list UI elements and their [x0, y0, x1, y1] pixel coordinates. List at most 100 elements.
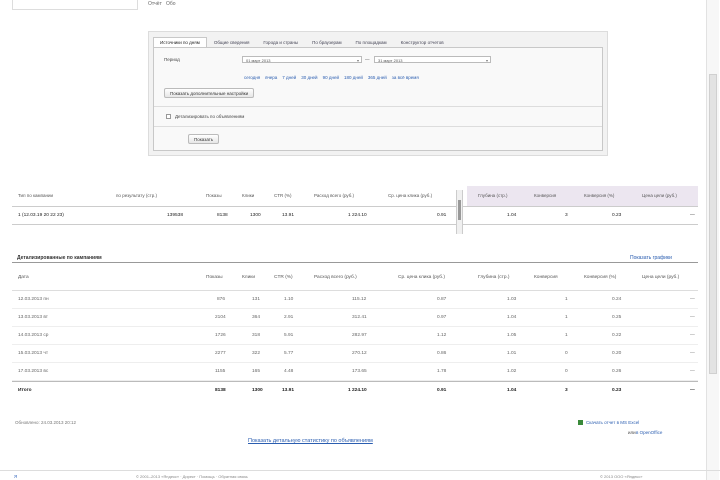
- export-excel-link[interactable]: Скачать отчет в MS Excel: [586, 420, 639, 425]
- summary-cell: 13.91: [282, 213, 295, 218]
- footer-links[interactable]: © 2001–2013 «Яндекс» · Директ · Помощь ·…: [136, 474, 248, 479]
- row-cell: 282.97: [352, 333, 367, 338]
- divider: [154, 126, 602, 127]
- row-cell: —: [690, 333, 695, 338]
- filter-form: Период 01 март 2013 ▾ — 31 март 2013 ▾ сег…: [153, 47, 603, 151]
- row-cell: 1.02: [507, 369, 517, 374]
- more-settings-button[interactable]: Показать дополнительные настройки: [164, 88, 255, 98]
- range-30-link[interactable]: 30 дней: [301, 75, 317, 80]
- total-cell: 1300: [252, 388, 263, 393]
- row-cell: 364: [252, 315, 261, 320]
- detail-by-ads-checkbox[interactable]: [166, 114, 171, 119]
- filter-panel: Источники по дням Общие сведения Города …: [148, 31, 608, 156]
- row-cell: 2104: [215, 315, 226, 320]
- summary-cell: 1300: [250, 213, 261, 218]
- summary-col-header: Цена цели (руб.): [642, 193, 677, 198]
- top-panel-fragment: [12, 0, 138, 10]
- summary-col-header: Ср. цена клика (руб.): [388, 193, 433, 198]
- row-cell: 1155: [215, 369, 226, 374]
- chevron-down-icon: ▾: [356, 58, 359, 63]
- period-label: Период: [164, 57, 180, 62]
- date-to-value: 31 март 2013: [378, 58, 403, 63]
- top-link-right[interactable]: Обо: [166, 1, 176, 7]
- total-cell: —: [690, 388, 695, 393]
- range-7-link[interactable]: 7 дней: [282, 75, 296, 80]
- table-row: 17.03.2013 вс 1155 165 4.48 173.65 1.78 …: [12, 363, 698, 381]
- top-link-left[interactable]: Отчёт: [148, 1, 162, 7]
- summary-scrollbar[interactable]: [456, 190, 463, 234]
- total-cell: 1.04: [507, 388, 517, 393]
- detail-col-header: Конверсия: [534, 275, 558, 280]
- total-row: Итого 8138 1300 13.91 1 224.10 0.91 1.04…: [12, 381, 698, 399]
- summary-cell: 1 224.10: [348, 213, 367, 218]
- row-cell: 0: [565, 351, 568, 356]
- total-cell: 0.91: [437, 388, 447, 393]
- detail-col-header: Цена цели (руб.): [642, 275, 680, 280]
- row-date: 17.03.2013 вс: [18, 369, 49, 374]
- summary-row: 1 (12.03.19 20 22 23) 139538 8138 1300 1…: [12, 206, 698, 225]
- total-cell: 1 224.10: [348, 388, 367, 393]
- row-cell: 0.26: [612, 369, 622, 374]
- range-today-link[interactable]: сегодня: [244, 75, 260, 80]
- summary-col-header: Глубина (стр.): [478, 193, 508, 198]
- row-cell: 1.01: [507, 351, 517, 356]
- detail-col-header: CTR (%): [274, 275, 293, 280]
- summary-col-header: Клики: [242, 193, 255, 198]
- summary-cell: 1.04: [507, 213, 517, 218]
- summary-scrollbar-thumb[interactable]: [458, 200, 461, 220]
- row-date: 15.03.2013 чт: [18, 351, 49, 356]
- row-date: 12.03.2013 пн: [18, 297, 49, 302]
- footer-copyright: © 2013 ООО «Яндекс»: [600, 474, 643, 479]
- row-cell: 0.87: [437, 297, 447, 302]
- row-cell: 318: [252, 333, 261, 338]
- range-yesterday-link[interactable]: вчера: [265, 75, 277, 80]
- summary-col-header: Показы: [206, 193, 222, 198]
- detail-table: Дата Показы Клики CTR (%) Расход всего (…: [12, 270, 698, 399]
- row-cell: 1: [565, 315, 568, 320]
- range-90-link[interactable]: 90 дней: [323, 75, 339, 80]
- row-cell: 0.22: [612, 333, 622, 338]
- row-cell: 1.05: [507, 333, 517, 338]
- summary-col-header: Конверсия: [534, 193, 557, 198]
- total-cell: 0.23: [612, 388, 622, 393]
- detail-col-header: Глубина (стр.): [478, 275, 510, 280]
- range-365-link[interactable]: 365 дней: [368, 75, 387, 80]
- row-cell: 1: [565, 333, 568, 338]
- show-charts-link[interactable]: Показать графики: [630, 255, 672, 261]
- summary-col-header: Конверсия (%): [584, 193, 615, 198]
- summary-cell: 0.23: [612, 213, 622, 218]
- summary-col-header: Расход всего (руб.): [314, 193, 355, 198]
- date-from-select[interactable]: 01 март 2013 ▾: [242, 56, 362, 63]
- range-all-link[interactable]: за всё время: [392, 75, 419, 80]
- row-cell: 312.41: [352, 315, 367, 320]
- total-cell: 8138: [215, 388, 226, 393]
- row-cell: 115.12: [352, 297, 367, 302]
- total-cell: 3: [565, 388, 568, 393]
- page-scrollbar-thumb[interactable]: [709, 74, 717, 374]
- yandex-logo[interactable]: Я: [14, 474, 17, 479]
- summary-header: Тип по кампании по результату (cтр.) Пок…: [12, 186, 698, 206]
- submit-button[interactable]: Показать: [188, 134, 220, 144]
- updated-timestamp: Обновлено: 24.03.2013 20:12: [15, 420, 77, 425]
- row-cell: 1.78: [437, 369, 447, 374]
- date-to-select[interactable]: 31 март 2013 ▾: [374, 56, 491, 63]
- table-row: 13.03.2013 вт 2104 364 2.91 312.41 0.97 …: [12, 309, 698, 327]
- summary-cell: 139538: [167, 213, 184, 218]
- row-cell: 0.97: [437, 315, 447, 320]
- row-cell: 322: [252, 351, 261, 356]
- excel-icon: [578, 420, 583, 425]
- export-openoffice-link[interactable]: в OpenOffice: [636, 430, 662, 435]
- row-cell: 1: [565, 297, 568, 302]
- chevron-down-icon: ▾: [485, 58, 488, 63]
- summary-table: Тип по кампании по результату (cтр.) Пок…: [12, 186, 698, 236]
- row-cell: —: [690, 297, 695, 302]
- detail-col-header: Расход всего (руб.): [314, 275, 357, 280]
- date-from-value: 01 март 2013: [246, 58, 271, 63]
- detailed-stats-link[interactable]: Показать детальную статистику по объявле…: [248, 438, 373, 444]
- page-scrollbar[interactable]: [706, 0, 719, 480]
- summary-cell: 0.91: [437, 213, 447, 218]
- divider: [154, 106, 602, 107]
- detail-col-header: Дата: [18, 275, 29, 280]
- detail-col-header: Конверсия (%): [584, 275, 617, 280]
- range-180-link[interactable]: 180 дней: [344, 75, 363, 80]
